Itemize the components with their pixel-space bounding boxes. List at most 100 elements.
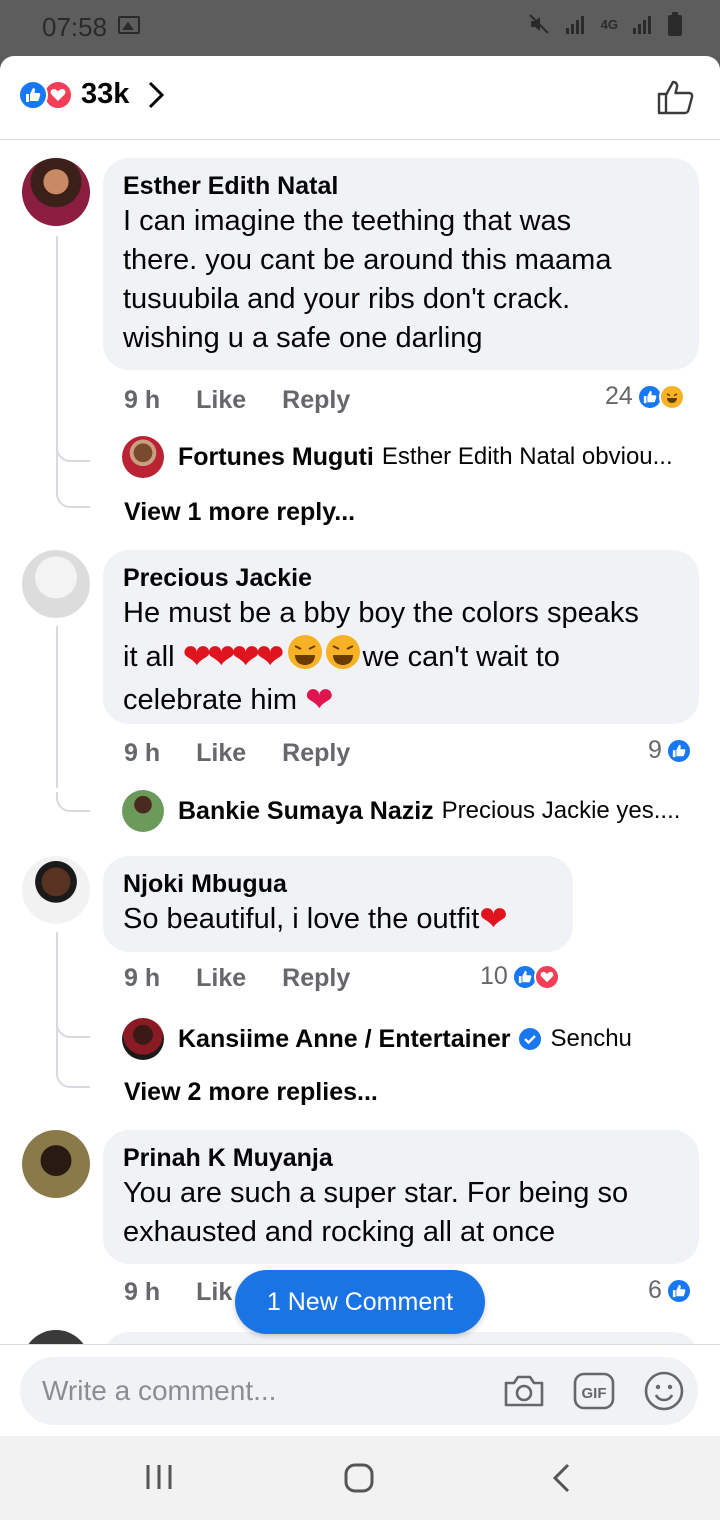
thread-connector: [56, 1068, 90, 1088]
comment-time: 9 h: [124, 964, 161, 992]
home-icon[interactable]: [343, 1462, 375, 1494]
heart-emojis: ❤❤❤❤: [182, 637, 285, 676]
comment-text-segment: celebrate him: [123, 684, 298, 716]
comment-composer: GIF: [0, 1344, 720, 1436]
system-nav-bar: [0, 1436, 720, 1520]
reply-preview[interactable]: Bankie Sumaya Naziz Precious Jackie yes.…: [122, 790, 680, 832]
comment-reaction-count: 10: [480, 962, 508, 990]
comment-author[interactable]: Prinah K Muyanja: [123, 1142, 679, 1174]
like-button[interactable]: Like: [196, 386, 246, 415]
view-more-replies-link[interactable]: View 1 more reply...: [124, 498, 355, 527]
reply-author[interactable]: Fortunes Muguti: [178, 443, 374, 472]
comment-bubble[interactable]: Njoki Mbugua So beautiful, i love the ou…: [103, 856, 573, 952]
reply-author[interactable]: Kansiime Anne / Entertainer: [178, 1025, 511, 1054]
status-icons: 4G: [527, 12, 682, 36]
thread-connector: [56, 792, 90, 812]
comment-actions: 9 h Lik: [124, 1278, 232, 1307]
comment-reaction-count: 24: [605, 382, 633, 410]
comment-reactions[interactable]: 9: [648, 736, 692, 765]
comment-reaction-count: 6: [648, 1276, 662, 1304]
avatar[interactable]: [122, 436, 164, 478]
avatar[interactable]: [122, 1018, 164, 1060]
heart-emoji: ❤: [479, 900, 508, 938]
thread-line: [56, 626, 58, 788]
comment-reactions[interactable]: 6: [648, 1276, 692, 1305]
laughing-emojis: [287, 633, 363, 681]
avatar[interactable]: [22, 158, 90, 226]
sparkling-heart-emoji: ❤: [305, 681, 334, 719]
comment-text-line: I can imagine the teething that was: [123, 205, 572, 237]
comment-text-line: So beautiful, i love the outfit ❤: [123, 900, 553, 939]
signal-icon-2: [633, 16, 651, 34]
comment-text-line: there. you cant be around this maama: [123, 244, 612, 276]
recent-apps-icon[interactable]: [144, 1462, 174, 1492]
thread-connector: [56, 488, 90, 508]
comment-author[interactable]: Esther Edith Natal: [123, 170, 679, 202]
comment-bubble[interactable]: Esther Edith Natal I can imagine the tee…: [103, 158, 699, 370]
like-button[interactable]: Lik: [196, 1278, 232, 1307]
reply-button[interactable]: Reply: [282, 964, 350, 993]
gif-icon[interactable]: GIF: [572, 1369, 616, 1413]
comment-text-segment: So beautiful, i love the outfit: [123, 903, 480, 935]
reply-text: Esther Edith Natal obviou...: [381, 443, 673, 470]
avatar[interactable]: [22, 1130, 90, 1198]
avatar[interactable]: [122, 790, 164, 832]
comment-time: 9 h: [124, 739, 161, 767]
comment-actions: 9 h Like Reply: [124, 739, 350, 768]
comment-reaction-count: 9: [648, 736, 662, 764]
reply-button[interactable]: Reply: [282, 386, 350, 415]
thumbs-up-icon[interactable]: [656, 78, 694, 116]
comment-author[interactable]: Precious Jackie: [123, 562, 679, 594]
chevron-right-icon[interactable]: [147, 81, 165, 109]
comments-sheet: 33k Esther Edith Natal I can imagine the…: [0, 56, 720, 1436]
like-icon: [665, 1277, 692, 1304]
like-icon: [665, 737, 692, 764]
comment-text-line: You are such a super star. For being so: [123, 1177, 629, 1209]
back-icon[interactable]: [550, 1462, 572, 1494]
gallery-notification-icon: [118, 16, 140, 34]
comment-bubble[interactable]: Prinah K Muyanja You are such a super st…: [103, 1130, 699, 1264]
camera-icon[interactable]: [502, 1369, 546, 1413]
comment-text-line: tusuubila and your ribs don't crack.: [123, 283, 571, 315]
comment-actions: 9 h Like Reply: [124, 964, 350, 993]
reply-preview[interactable]: Fortunes Muguti Esther Edith Natal obvio…: [122, 436, 673, 478]
love-icon: [533, 963, 560, 990]
battery-icon: [668, 12, 682, 36]
comment-bubble[interactable]: Precious Jackie He must be a bby boy the…: [103, 550, 699, 724]
signal-icon: [565, 16, 584, 34]
like-button[interactable]: Like: [196, 739, 246, 768]
comment-text-segment: we can't wait to: [362, 640, 560, 673]
verified-icon: [518, 1028, 541, 1050]
reply-author[interactable]: Bankie Sumaya Naziz: [178, 797, 434, 826]
avatar[interactable]: [22, 856, 90, 924]
comment-input[interactable]: [42, 1375, 482, 1407]
comment-author[interactable]: Njoki Mbugua: [123, 868, 553, 900]
reply-button[interactable]: Reply: [282, 739, 350, 768]
thread-connector: [56, 1018, 90, 1038]
emoji-icon[interactable]: [642, 1369, 686, 1413]
status-time: 07:58: [42, 12, 108, 42]
comments-header: 33k: [0, 56, 720, 140]
comment-text-line: He must be a bby boy the colors speaks: [123, 597, 639, 629]
avatar[interactable]: [22, 550, 90, 618]
view-more-replies-link[interactable]: View 2 more replies...: [124, 1078, 378, 1107]
mute-icon: [528, 14, 549, 34]
comment-text-line: celebrate him ❤: [123, 681, 679, 720]
like-icon: [18, 79, 48, 110]
thread-connector: [56, 442, 90, 462]
comment-actions: 9 h Like Reply: [124, 386, 350, 415]
comment-reactions[interactable]: 24: [605, 382, 685, 411]
status-bar: 07:58 4G: [0, 0, 720, 56]
new-comment-button[interactable]: 1 New Comment: [235, 1270, 485, 1334]
reply-text: Precious Jackie yes....: [441, 797, 681, 824]
reaction-count: 33k: [81, 78, 130, 110]
thread-line: [56, 932, 58, 1072]
comment-reactions[interactable]: 10: [480, 962, 560, 991]
composer-box: GIF: [20, 1357, 698, 1425]
reactions-summary[interactable]: 33k: [18, 78, 165, 111]
like-button[interactable]: Like: [196, 964, 246, 993]
reply-preview[interactable]: Kansiime Anne / Entertainer Senchu: [122, 1018, 632, 1060]
network-type-label: 4G: [600, 16, 618, 32]
comment-text-line: it all ❤❤❤❤ we can't wait to: [123, 633, 679, 681]
reply-text: Senchu: [550, 1025, 632, 1052]
